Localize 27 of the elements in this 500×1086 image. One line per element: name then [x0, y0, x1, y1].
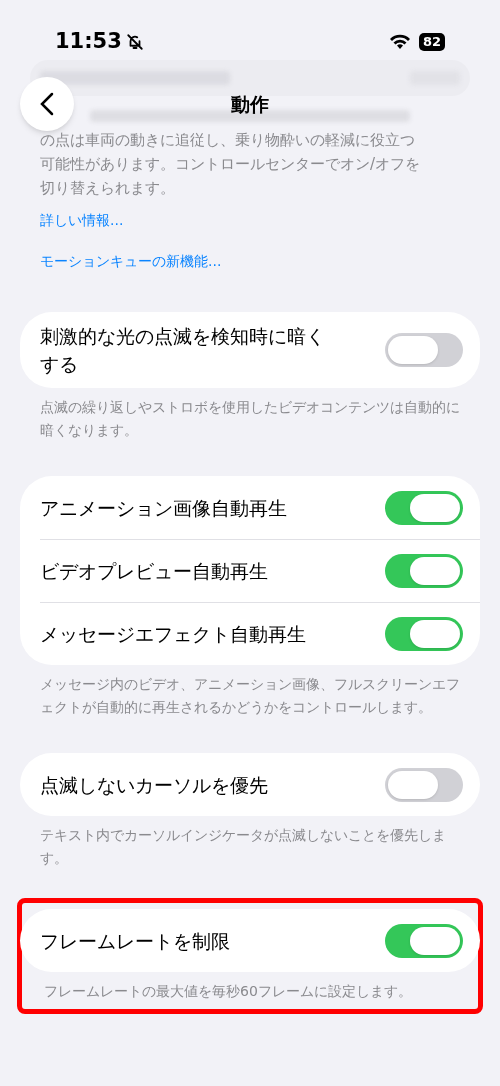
section-footer: メッセージ内のビデオ、アニメーション画像、フルスクリーンエフェクトが自動的に再生されるかどうかをコントロールします。 [0, 673, 500, 719]
back-button[interactable] [20, 77, 74, 131]
setting-label: ビデオプレビュー自動再生 [40, 559, 268, 584]
chevron-left-icon [40, 92, 54, 116]
setting-label: アニメーション画像自動再生 [40, 495, 287, 521]
section-footer: テキスト内でカーソルインジケータが点滅しないことを優先します。 [0, 824, 500, 870]
wifi-icon [388, 34, 411, 50]
toggle-switch[interactable] [385, 923, 463, 958]
toggle-switch[interactable] [385, 617, 463, 651]
description-text: 切り替えられます。 [40, 178, 175, 199]
toggle-switch[interactable] [385, 490, 463, 525]
toggle-switch[interactable] [385, 333, 463, 367]
battery-indicator: 82 [418, 33, 445, 51]
section-footer: 点滅の繰り返しやストロボを使用したビデオコンテンツは自動的に暗くなります。 [0, 396, 500, 442]
toggle-switch[interactable] [385, 554, 463, 588]
status-time: 11:53 [55, 28, 122, 56]
whats-new-link[interactable]: モーションキューの新機能... [40, 251, 222, 272]
toggle-switch[interactable] [385, 767, 463, 802]
description-text: 可能性があります。コントロールセンターでオン/オフを [40, 154, 421, 175]
setting-label: 点滅しないカーソルを優先 [40, 772, 268, 798]
page-title: 動作 [231, 92, 269, 117]
setting-label: 刺激的な光の点滅を検知時に暗くする [40, 324, 326, 377]
more-info-link[interactable]: 詳しい情報... [40, 210, 124, 231]
description-text: の点は車両の動きに追従し、乗り物酔いの軽減に役立つ [40, 130, 415, 151]
setting-label: フレームレートを制限 [40, 928, 230, 954]
section-footer: フレームレートの最大値を毎秒60フレームに設定します。 [22, 980, 478, 1003]
setting-label: メッセージエフェクト自動再生 [40, 622, 306, 647]
